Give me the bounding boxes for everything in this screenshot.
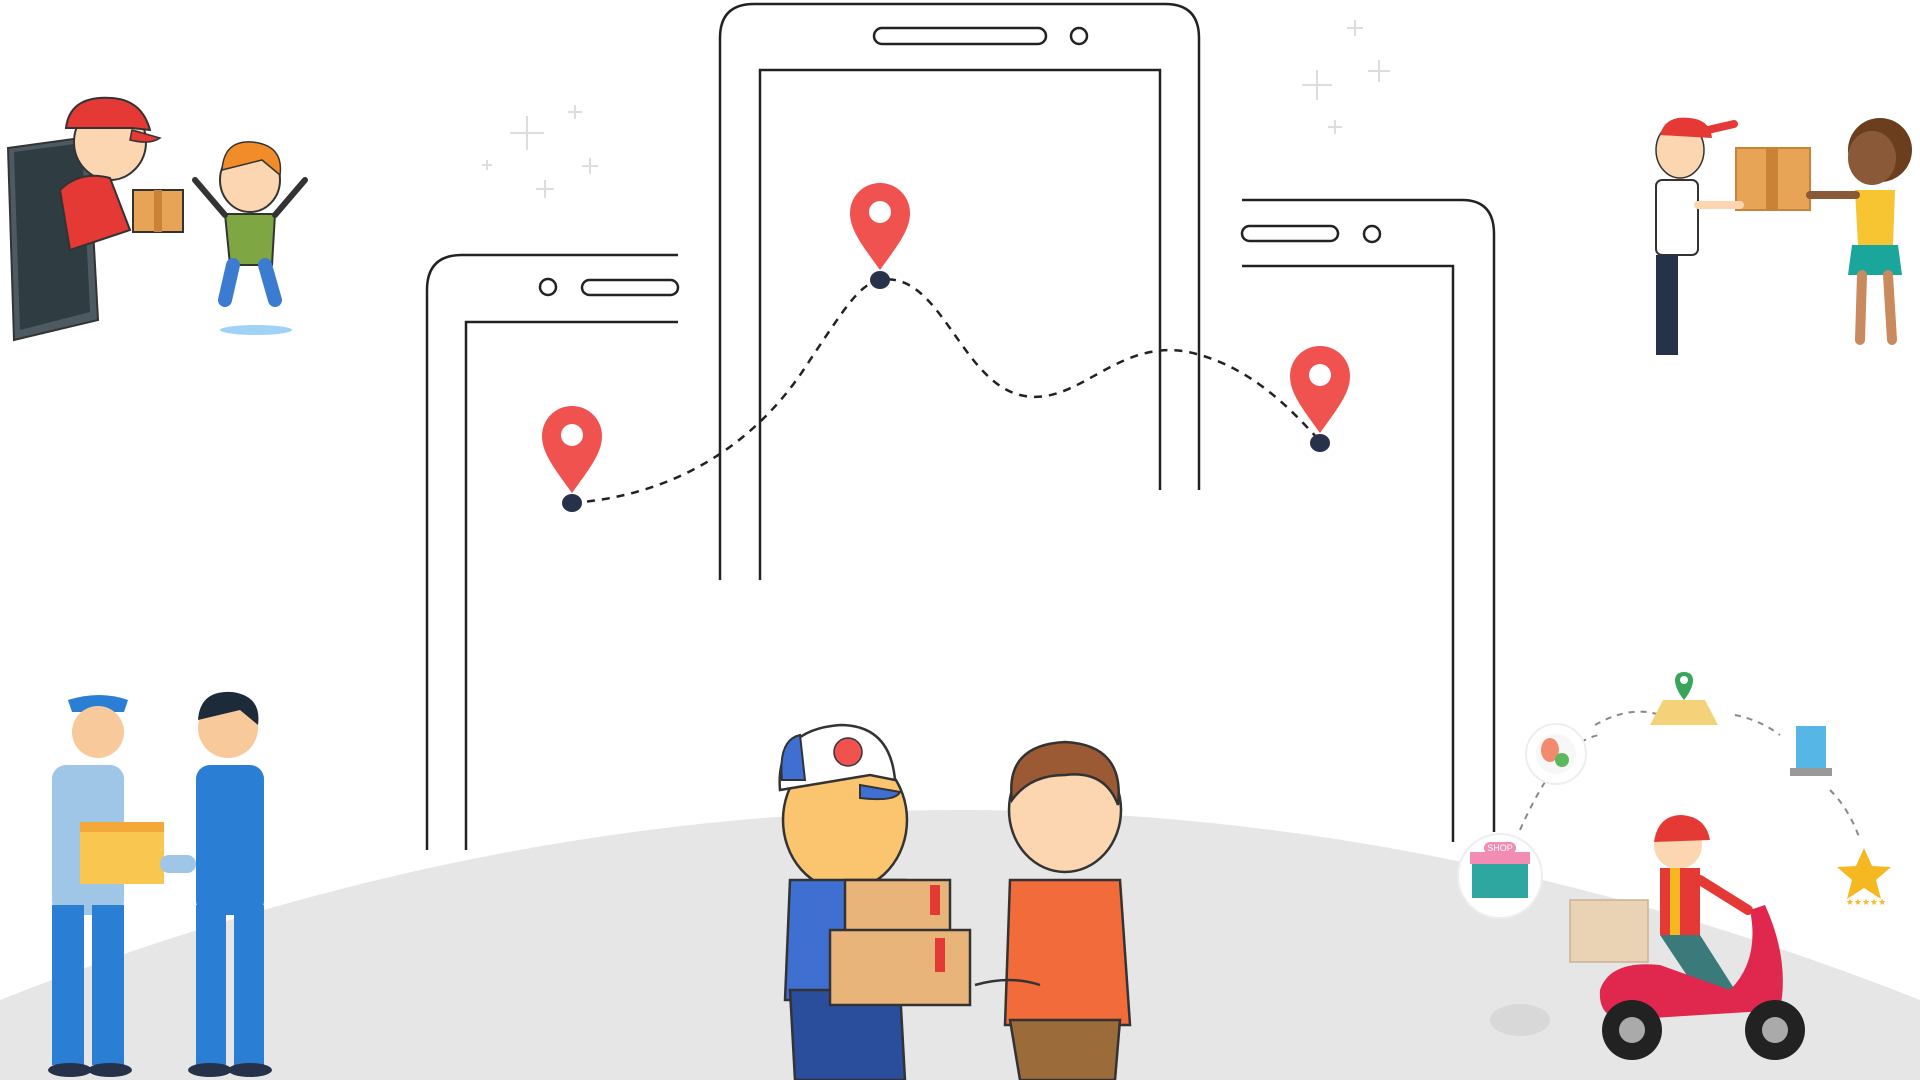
parcel-handoff-illustration: [1655, 117, 1912, 355]
building-icon: [1790, 726, 1832, 776]
map-pin-icon: [850, 183, 910, 289]
parcel-box-icon: [1735, 147, 1811, 211]
map-pin-icon: [1290, 346, 1350, 452]
delivery-illustration: SHOP ★★★★★: [0, 2, 1920, 1080]
sparkles-left: [482, 105, 598, 198]
parcel-box-icon: [80, 822, 164, 884]
center-phone-outline: [718, 2, 1201, 580]
star-icon: ★★★★★: [1837, 848, 1891, 907]
courier-from-tablet-illustration: [6, 96, 308, 342]
location-map-icon: [1650, 672, 1718, 725]
right-tablet-outline: [1240, 198, 1496, 842]
delivery-route: [571, 278, 1321, 505]
left-tablet-outline: [425, 253, 680, 850]
parcel-box-icon: [828, 928, 972, 1007]
parcel-box-icon: [132, 189, 184, 233]
shop-sign-label: SHOP: [1487, 843, 1513, 853]
svg-text:★★★★★: ★★★★★: [1846, 897, 1886, 907]
sparkles-right: [1302, 20, 1390, 134]
map-pin-icon: [542, 406, 602, 512]
shop-icon: SHOP: [1457, 833, 1543, 919]
food-plate-icon: [1525, 723, 1587, 785]
parcel-box-icon: [843, 878, 952, 937]
